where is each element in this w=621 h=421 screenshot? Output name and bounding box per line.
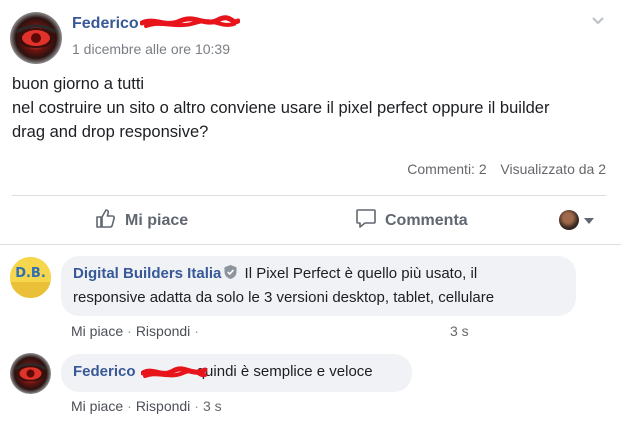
like-label: Mi piace bbox=[125, 211, 189, 229]
comment-like-link[interactable]: Mi piace bbox=[71, 323, 123, 339]
post-text-line: drag and drop responsive? bbox=[12, 123, 209, 141]
page-avatar[interactable]: D.B. bbox=[10, 257, 51, 298]
comment-author-avatar[interactable] bbox=[10, 353, 51, 394]
separator-dot: · bbox=[127, 323, 132, 339]
divider bbox=[0, 244, 621, 245]
comments-count[interactable]: Commenti: 2 bbox=[407, 161, 486, 177]
comment-reply-link[interactable]: Rispondi bbox=[136, 323, 190, 339]
comment-bubble: Digital Builders Italia Il Pixel Perfect… bbox=[61, 256, 576, 316]
comment-reply-link[interactable]: Rispondi bbox=[136, 398, 190, 414]
post-options-chevron-icon[interactable] bbox=[592, 12, 604, 28]
separator-dot: · bbox=[194, 323, 199, 339]
comment-time[interactable]: 3 s bbox=[450, 323, 469, 339]
page-avatar-text: D.B. bbox=[15, 266, 46, 281]
separator-dot: · bbox=[127, 398, 132, 414]
comment-meta: Mi piace · Rispondi · 3 s bbox=[71, 323, 481, 339]
verified-shield-icon bbox=[223, 264, 238, 287]
comment-author[interactable]: Digital Builders Italia bbox=[73, 265, 221, 282]
post-timestamp[interactable]: 1 dicembre alle ore 10:39 bbox=[72, 41, 230, 57]
views-count[interactable]: Visualizzato da 2 bbox=[500, 161, 606, 177]
comment-like-link[interactable]: Mi piace bbox=[71, 398, 123, 414]
comment-button[interactable]: Commenta bbox=[355, 207, 468, 234]
post-stats: Commenti: 2 Visualizzato da 2 bbox=[407, 161, 606, 177]
comment-label: Commenta bbox=[385, 211, 468, 229]
comment-text: responsive adatta da solo le 3 versioni … bbox=[73, 289, 495, 306]
comment-time[interactable]: 3 s bbox=[203, 398, 222, 414]
comment-bubble: Federico quindi è semplice e veloce bbox=[61, 354, 412, 392]
redaction-scribble bbox=[140, 15, 240, 28]
comment-text: quindi è semplice e veloce bbox=[196, 363, 373, 380]
post-text-line: buon giorno a tutti bbox=[12, 75, 145, 93]
post-text: buon giorno a tutti nel costruire un sit… bbox=[12, 72, 612, 144]
speech-bubble-icon bbox=[355, 207, 377, 234]
separator-dot: · bbox=[194, 398, 199, 414]
thumbs-up-icon bbox=[95, 207, 117, 234]
comment-meta: Mi piace · Rispondi · 3 s bbox=[71, 398, 222, 414]
divider bbox=[12, 195, 606, 196]
current-user-avatar bbox=[559, 210, 579, 230]
post-author-avatar[interactable] bbox=[10, 12, 62, 64]
post-author-name[interactable]: Federico bbox=[72, 15, 139, 33]
caret-down-icon bbox=[584, 211, 594, 229]
reaction-selector[interactable] bbox=[559, 210, 594, 230]
like-button[interactable]: Mi piace bbox=[95, 207, 188, 234]
comment-author[interactable]: Federico bbox=[73, 363, 136, 380]
post-text-line: nel costruire un sito o altro conviene u… bbox=[12, 99, 550, 117]
comment-text: Il Pixel Perfect è quello più usato, il bbox=[244, 265, 478, 282]
